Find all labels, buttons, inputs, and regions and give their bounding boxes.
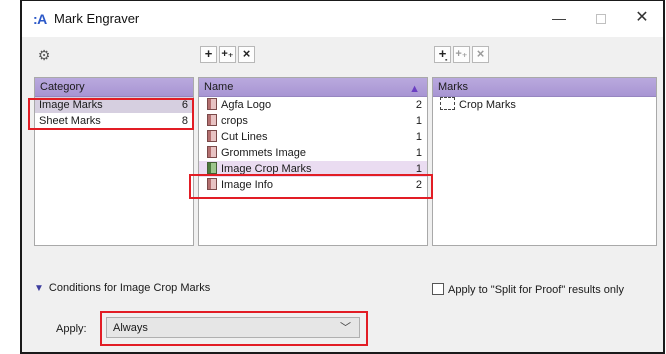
name-header-label: Name [204, 81, 234, 93]
mark-count: 2 [415, 179, 422, 191]
mark-count: 1 [415, 163, 422, 175]
mark-label: Grommets Image [221, 147, 306, 159]
expand-triangle-icon: ▼ [34, 283, 44, 294]
mark-icon [207, 178, 217, 190]
apply-value: Always [113, 322, 148, 334]
conditions-label: Conditions for Image Crop Marks [48, 282, 211, 294]
mark-icon [207, 98, 217, 110]
mark-label: Agfa Logo [221, 99, 272, 111]
add-multiple-button[interactable]: +₊ [219, 46, 236, 63]
apply-dropdown[interactable]: Always ﹀ [106, 317, 360, 338]
split-for-proof-checkbox[interactable] [432, 283, 444, 295]
maximize-button[interactable] [581, 5, 621, 31]
mark-icon [207, 114, 217, 126]
names-toolbar: + +₊ × [200, 46, 280, 66]
category-row-sheet-marks[interactable]: Sheet Marks 8 [35, 113, 193, 129]
mark-count: 1 [415, 115, 422, 127]
mark-icon [207, 162, 217, 174]
category-count: 6 [181, 99, 188, 111]
close-button[interactable]: ✕ [622, 5, 662, 31]
remove-mark-button[interactable]: × [238, 46, 255, 63]
marks-toolbar: +̣ +₊ × [434, 46, 514, 66]
minimize-button[interactable]: — [539, 5, 579, 31]
mark-label: Cut Lines [221, 131, 268, 143]
chevron-down-icon: ﹀ [340, 322, 351, 334]
mark-engraver-window: :A Mark Engraver — ✕ ⚙ + +₊ × +̣ +₊ × Ca… [20, 0, 665, 354]
mark-label: Image Crop Marks [221, 163, 312, 175]
sort-ascending-icon[interactable]: ▲ [409, 80, 420, 98]
add-element-button[interactable]: +̣ [434, 46, 451, 63]
title-bar: :A Mark Engraver — ✕ [22, 1, 663, 37]
element-row-crop-marks[interactable]: Crop Marks [433, 97, 656, 113]
mark-count: 2 [415, 99, 422, 111]
mark-icon [207, 130, 217, 142]
category-label: Image Marks [39, 99, 103, 111]
category-row-image-marks[interactable]: Image Marks 6 [35, 97, 193, 113]
conditions-disclosure[interactable]: ▼ Conditions for Image Crop Marks [34, 282, 210, 294]
name-panel: Name ▲ Agfa Logo 2 crops 1 Cut Lines 1 G… [198, 77, 428, 246]
category-toolbar: ⚙ [34, 46, 74, 66]
marks-header[interactable]: Marks [433, 78, 656, 97]
mark-label: crops [221, 115, 248, 127]
add-multiple-element-button[interactable]: +₊ [453, 46, 470, 63]
category-panel: Category Image Marks 6 Sheet Marks 8 [34, 77, 194, 246]
mark-row-grommets-image[interactable]: Grommets Image 1 [199, 145, 427, 161]
split-for-proof-option[interactable]: Apply to "Split for Proof" results only [432, 283, 624, 296]
element-label: Crop Marks [459, 99, 516, 111]
mark-row-image-info[interactable]: Image Info 2 [199, 177, 427, 193]
category-header[interactable]: Category [35, 78, 193, 97]
mark-icon [207, 146, 217, 158]
app-icon: :A [33, 11, 47, 27]
marks-panel: Marks Crop Marks [432, 77, 657, 246]
remove-element-button[interactable]: × [472, 46, 489, 63]
name-header[interactable]: Name ▲ [199, 78, 427, 97]
add-mark-button[interactable]: + [200, 46, 217, 63]
apply-label: Apply: [56, 323, 87, 335]
mark-row-cut-lines[interactable]: Cut Lines 1 [199, 129, 427, 145]
mark-row-crops[interactable]: crops 1 [199, 113, 427, 129]
category-label: Sheet Marks [39, 115, 101, 127]
window-title: Mark Engraver [54, 11, 140, 26]
mark-row-agfa-logo[interactable]: Agfa Logo 2 [199, 97, 427, 113]
mark-label: Image Info [221, 179, 273, 191]
mark-count: 1 [415, 147, 422, 159]
split-for-proof-label: Apply to "Split for Proof" results only [448, 284, 624, 296]
gear-icon[interactable]: ⚙ [34, 46, 54, 64]
mark-count: 1 [415, 131, 422, 143]
crop-marks-icon [440, 97, 455, 110]
maximize-icon [596, 14, 606, 25]
mark-row-image-crop-marks[interactable]: Image Crop Marks 1 [199, 161, 427, 177]
category-count: 8 [181, 115, 188, 127]
